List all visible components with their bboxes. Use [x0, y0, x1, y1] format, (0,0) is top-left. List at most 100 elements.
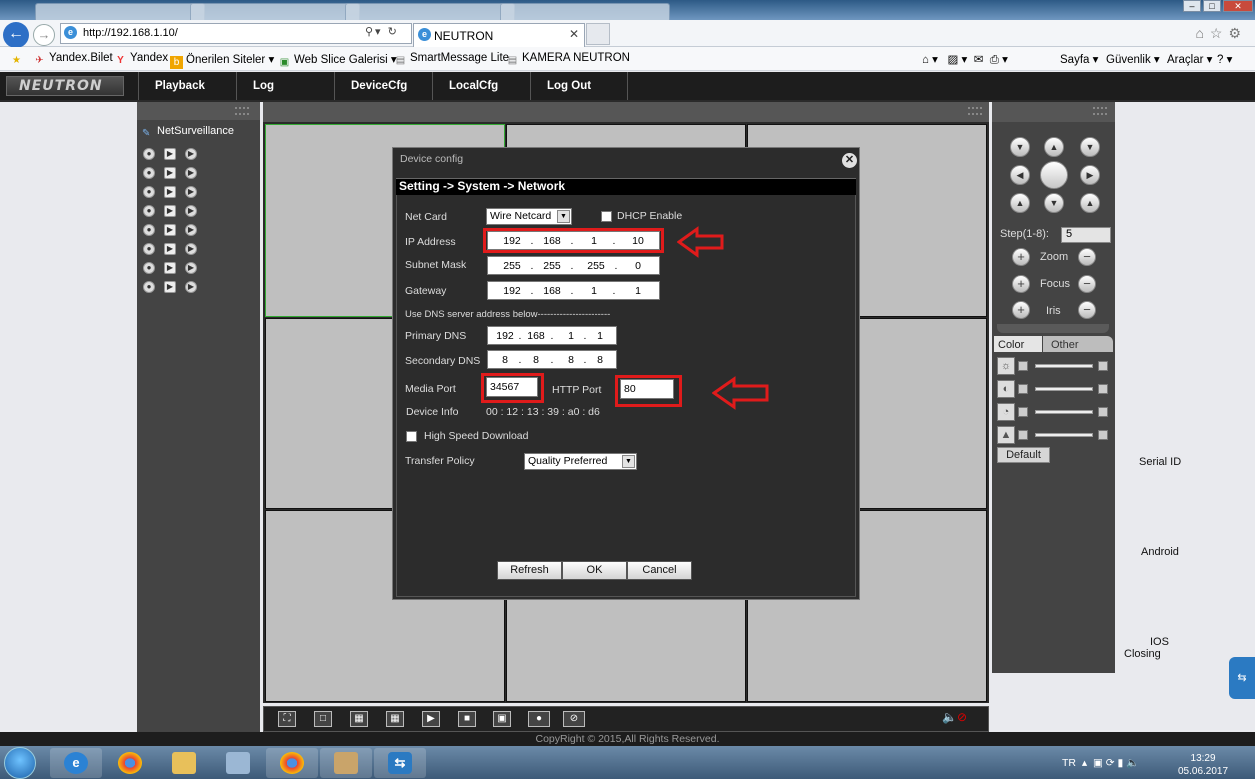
ip-octet[interactable]: 1 [624, 285, 652, 297]
favorites-star-icon[interactable]: ★ [10, 52, 26, 67]
slider-track[interactable] [1035, 410, 1093, 414]
slider-track[interactable] [1035, 364, 1093, 368]
nine-view-icon[interactable]: ▦ [386, 711, 404, 727]
ip-octet[interactable]: 8 [494, 354, 516, 366]
menu-playback[interactable]: Playback [138, 72, 236, 100]
start-button[interactable] [4, 747, 36, 779]
secondary-dns-field[interactable]: 8. 8. 8. 8 [487, 350, 617, 369]
transfer-policy-select[interactable]: Quality Preferred ▼ [524, 453, 637, 470]
panel-grip-icon[interactable] [1093, 107, 1107, 115]
taskbar-explorer[interactable] [158, 748, 210, 778]
home-favorites-settings-icon[interactable]: ⌂☆⚙ [1195, 25, 1247, 42]
mute-icon[interactable]: 🔈⊘ [942, 710, 967, 724]
ios-label[interactable]: IOS [1150, 636, 1169, 648]
ip-octet[interactable]: 1 [589, 330, 611, 342]
ip-octet[interactable]: 1 [560, 330, 582, 342]
closing-label[interactable]: Closing [1124, 648, 1161, 660]
default-button[interactable]: Default [997, 447, 1050, 463]
decrease-icon[interactable] [1018, 430, 1028, 440]
ptz-right-icon[interactable]: ▶ [1080, 165, 1100, 185]
play-icon[interactable]: ▶ [185, 167, 197, 179]
back-arrow-icon[interactable]: ← [3, 22, 29, 48]
tab-close-icon[interactable]: ✕ [569, 27, 579, 41]
ok-button[interactable]: OK [562, 561, 627, 580]
stop-record-icon[interactable]: ⊘ [563, 711, 585, 727]
panel-grip-icon[interactable] [235, 107, 249, 115]
menu-log[interactable]: Log [236, 72, 334, 100]
play-icon[interactable]: ▶ [185, 224, 197, 236]
ip-octet[interactable]: 1 [580, 285, 608, 297]
address-search-refresh-icon[interactable]: ⚲▾ ↻ [365, 25, 399, 38]
taskbar-calculator[interactable] [212, 748, 264, 778]
taskbar-teamviewer[interactable]: ⇆ [374, 748, 426, 778]
minimize-icon[interactable]: – [1183, 0, 1201, 12]
ptz-up-right-icon[interactable]: ▲ [1080, 193, 1100, 213]
gateway-field[interactable]: 192. 168. 1. 1 [487, 281, 660, 300]
focus-in-icon[interactable]: + [1012, 275, 1030, 293]
fullscreen-icon[interactable]: ⛶ [278, 711, 296, 727]
play-icon[interactable]: ▶ [164, 205, 176, 217]
ptz-down-right-icon[interactable]: ▼ [1080, 137, 1100, 157]
play-icon[interactable]: ▶ [164, 224, 176, 236]
step-input[interactable]: 5 [1061, 227, 1111, 243]
zoom-in-icon[interactable]: + [1012, 248, 1030, 266]
ptz-down-icon[interactable]: ▼ [1044, 193, 1064, 213]
maximize-icon[interactable]: □ [1203, 0, 1221, 12]
cancel-button[interactable]: Cancel [627, 561, 692, 580]
record-icon[interactable]: ● [143, 243, 155, 255]
background-tab[interactable] [500, 3, 670, 20]
cmd-security[interactable]: Güvenlik ▾ [1106, 52, 1160, 66]
stop-all-icon[interactable]: ■ [458, 711, 476, 727]
tree-root-label[interactable]: NetSurveillance [157, 125, 234, 137]
ptz-down-left-icon[interactable]: ▼ [1010, 137, 1030, 157]
close-icon[interactable]: ✕ [1223, 0, 1253, 12]
snapshot-icon[interactable]: ▣ [493, 711, 511, 727]
play-icon[interactable]: ▶ [164, 262, 176, 274]
iris-open-icon[interactable]: + [1012, 301, 1030, 319]
fav-web-slice[interactable]: ▣ Web Slice Galerisi ▾ [278, 52, 397, 69]
channel-row[interactable]: ● ▶ ▶ [143, 224, 197, 236]
background-tab[interactable] [345, 3, 515, 20]
ptz-collapse-bar[interactable] [997, 324, 1109, 333]
serial-id-label[interactable]: Serial ID [1139, 456, 1181, 468]
ptz-center-button[interactable] [1040, 161, 1068, 189]
ip-octet[interactable]: 168 [525, 330, 547, 342]
play-icon[interactable]: ▶ [185, 205, 197, 217]
language-indicator[interactable]: TR [1062, 757, 1076, 769]
ptz-left-icon[interactable]: ◀ [1010, 165, 1030, 185]
decrease-icon[interactable] [1018, 361, 1028, 371]
new-tab-button[interactable] [586, 23, 610, 45]
slider-track[interactable] [1035, 433, 1093, 437]
menu-devicecfg[interactable]: DeviceCfg [334, 72, 432, 100]
start-all-icon[interactable]: ▶ [422, 711, 440, 727]
record-icon[interactable]: ● [143, 167, 155, 179]
play-icon[interactable]: ▶ [185, 243, 197, 255]
channel-row[interactable]: ● ▶ ▶ [143, 262, 197, 274]
iris-close-icon[interactable]: − [1078, 301, 1096, 319]
fav-suggested-sites[interactable]: b Önerilen Siteler ▾ [170, 52, 274, 69]
forward-arrow-icon[interactable]: → [33, 24, 55, 46]
ptz-up-left-icon[interactable]: ▲ [1010, 193, 1030, 213]
channel-row[interactable]: ● ▶ ▶ [143, 243, 197, 255]
play-icon[interactable]: ▶ [164, 148, 176, 160]
single-view-icon[interactable]: □ [314, 711, 332, 727]
fav-smartmessage[interactable]: ▤ SmartMessage Lite [394, 52, 509, 67]
record-icon[interactable]: ● [143, 186, 155, 198]
record-icon[interactable]: ● [143, 224, 155, 236]
record-icon[interactable]: ● [143, 262, 155, 274]
play-icon[interactable]: ▶ [185, 262, 197, 274]
taskbar-chrome[interactable] [104, 748, 156, 778]
clock[interactable]: 13:29 05.06.2017 [1178, 752, 1228, 778]
android-label[interactable]: Android [1141, 546, 1179, 558]
teamviewer-icon[interactable]: ⇆ [1229, 657, 1255, 699]
increase-icon[interactable] [1098, 407, 1108, 417]
fav-yandex-bilet[interactable]: ✈ Yandex.Bilet [33, 52, 112, 67]
system-tray[interactable]: TR ▴ ▣ ⟳ ▮ 🔈 [1062, 756, 1139, 769]
taskbar-chrome-2[interactable] [266, 748, 318, 778]
ip-octet[interactable]: 168 [538, 285, 566, 297]
tab-color[interactable]: Color [994, 336, 1042, 352]
channel-row[interactable]: ● ▶ ▶ [143, 205, 197, 217]
record-icon[interactable]: ● [143, 281, 155, 293]
ptz-up-icon[interactable]: ▲ [1044, 137, 1064, 157]
taskbar-app[interactable] [320, 748, 372, 778]
